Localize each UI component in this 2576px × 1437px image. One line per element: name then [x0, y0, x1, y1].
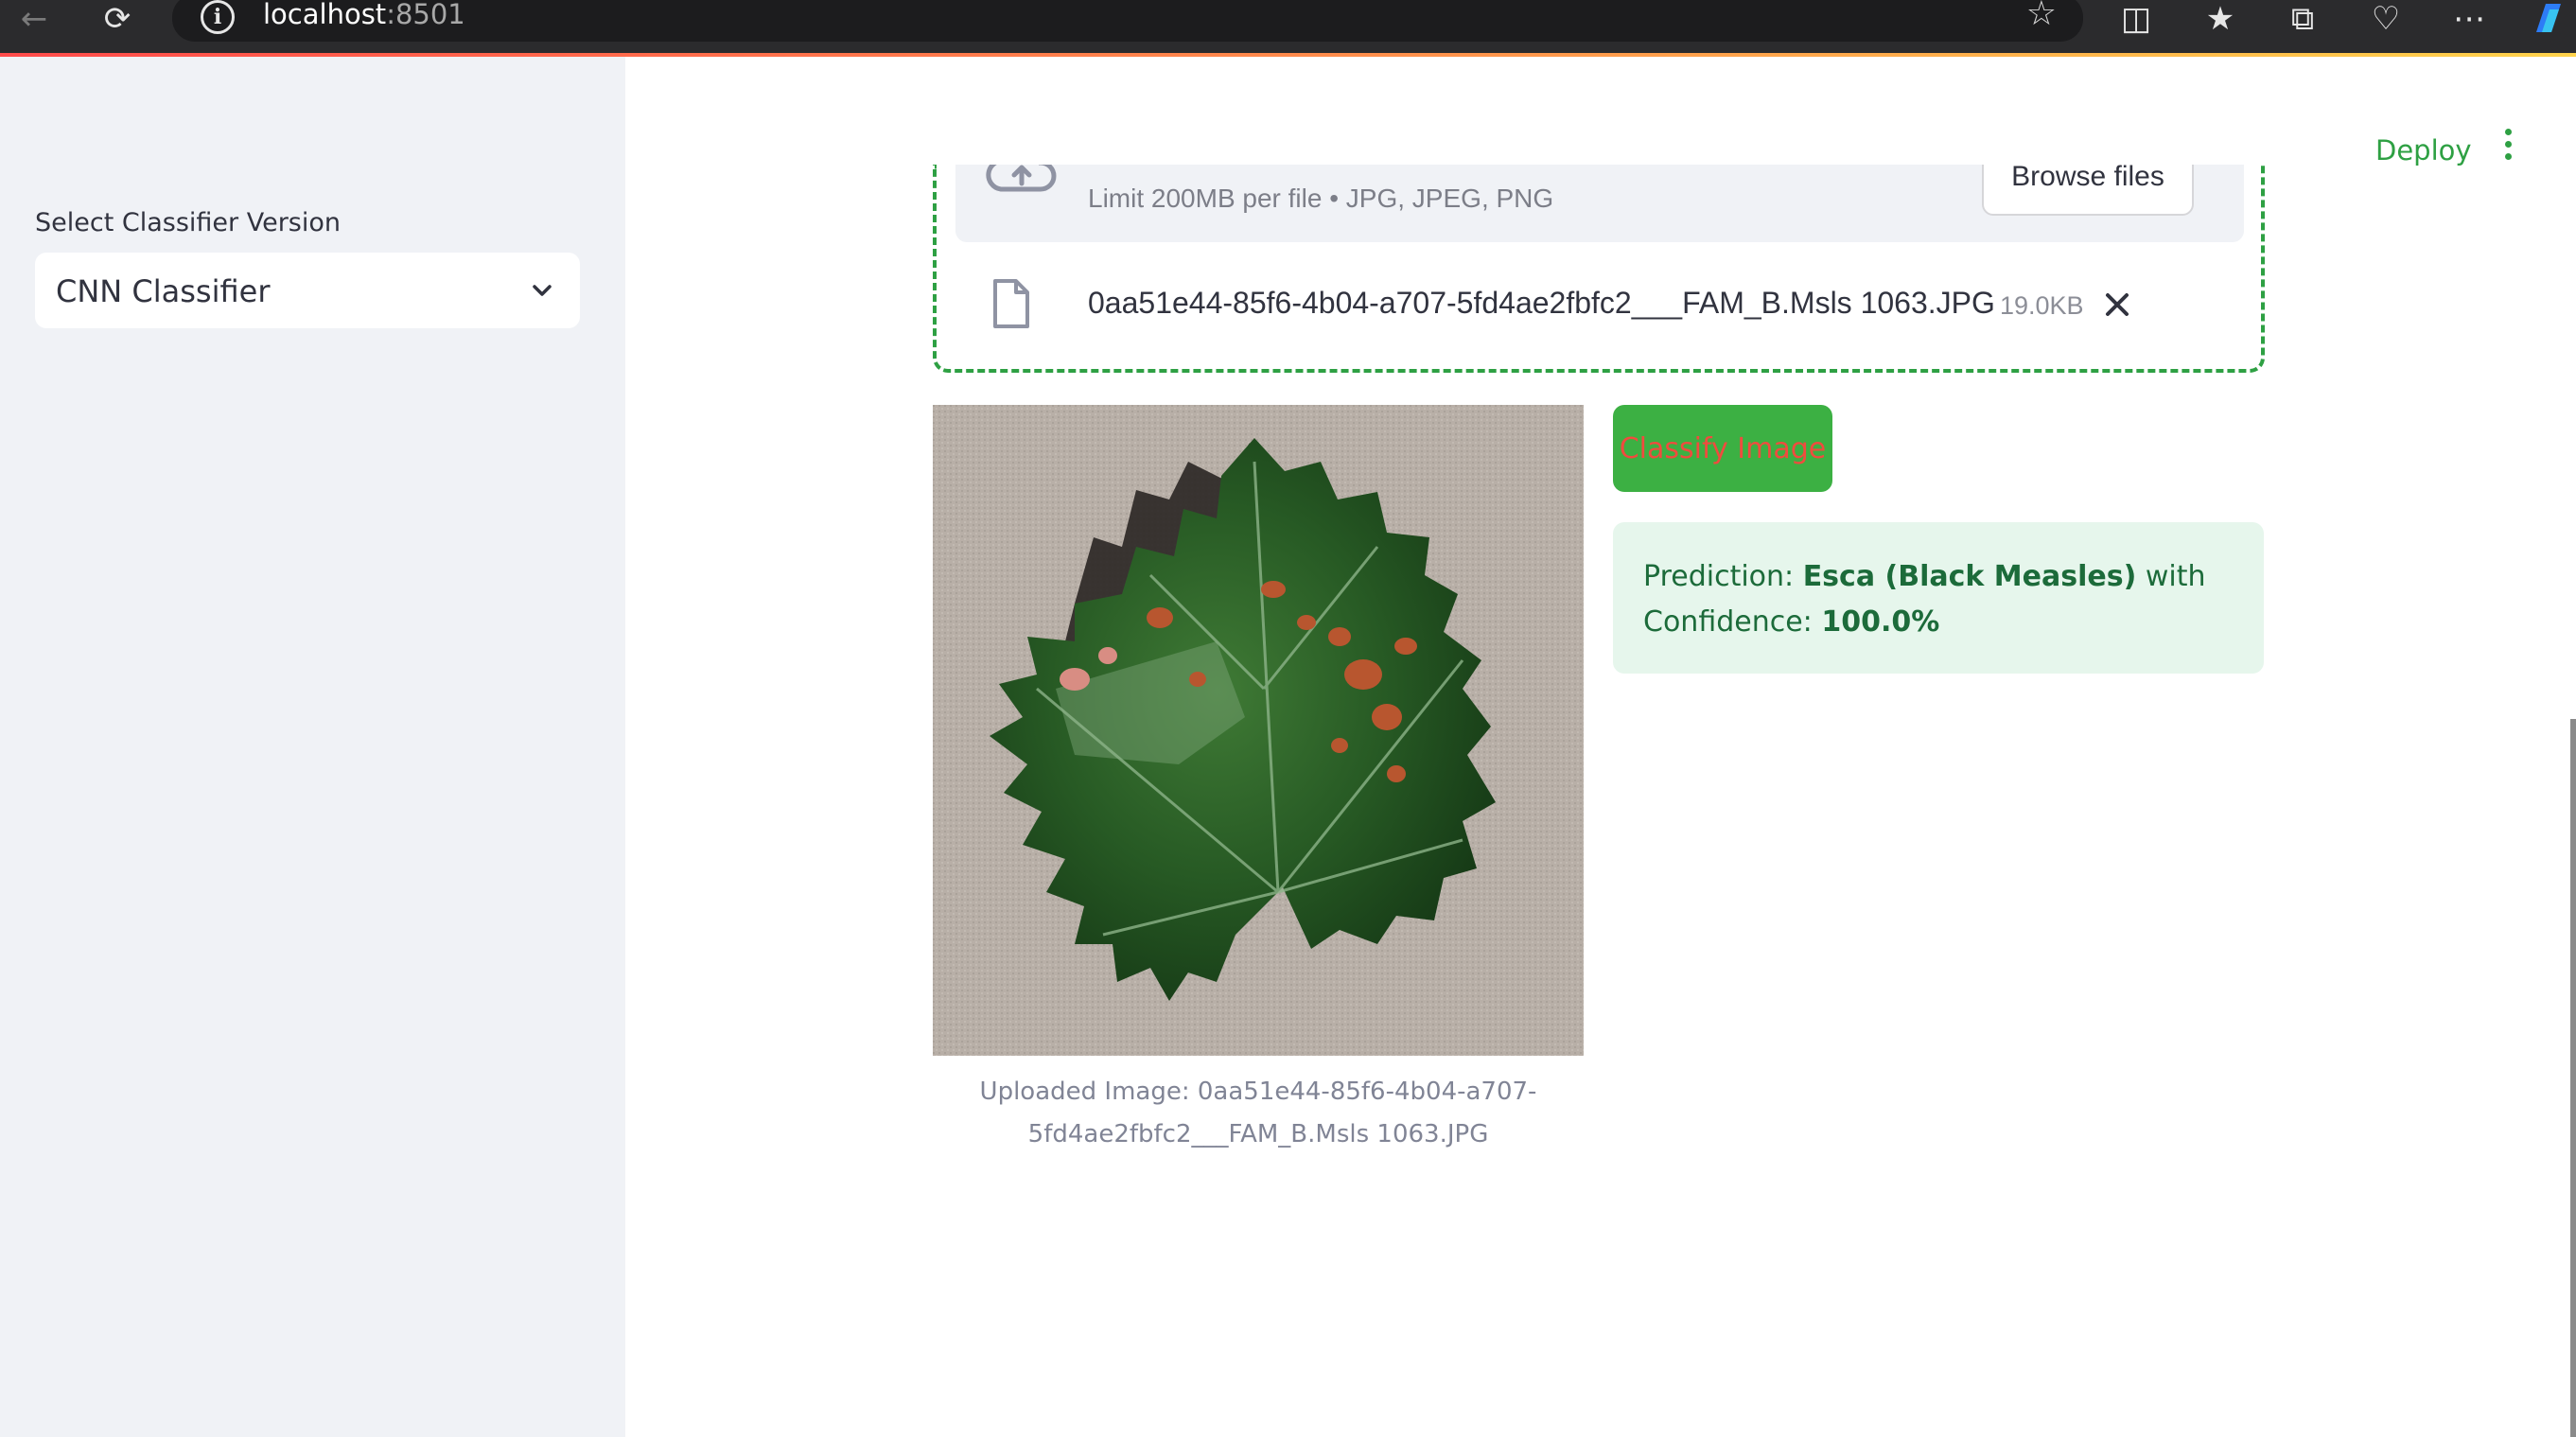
cloud-upload-icon [986, 165, 1057, 192]
classifier-select[interactable]: CNN Classifier [35, 253, 580, 328]
close-icon[interactable] [2096, 284, 2138, 325]
prediction-alert: Prediction: Esca (Black Measles) with Co… [1613, 522, 2264, 674]
browser-toolbar: ← ⟳ i localhost:8501 ☆ ◫ ★ ⧉ ♡ ⋯ [0, 0, 2576, 53]
prediction-with: with [2136, 560, 2206, 593]
refresh-icon[interactable]: ⟳ [96, 0, 138, 38]
image-caption-line2: 5fd4ae2fbfc2___FAM_B.Msls 1063.JPG [1027, 1120, 1489, 1148]
upload-dropzone[interactable]: Limit 200MB per file • JPG, JPEG, PNG Br… [955, 165, 2244, 242]
page-scrollbar[interactable] [2570, 719, 2576, 1437]
star-icon[interactable]: ☆ [2026, 0, 2057, 33]
upload-limit-text: Limit 200MB per file • JPG, JPEG, PNG [1088, 184, 1554, 213]
split-screen-icon[interactable]: ◫ [2115, 0, 2157, 38]
confidence-value: 100.0% [1821, 605, 1940, 639]
file-uploader[interactable]: Limit 200MB per file • JPG, JPEG, PNG Br… [933, 165, 2265, 373]
chevron-down-icon [533, 285, 552, 296]
uploaded-file-size: 19.0KB [2000, 291, 2084, 320]
main-content: Deploy Limit 200MB per file • JPG, JPEG,… [625, 57, 2576, 1437]
collections-icon[interactable]: ⧉ [2282, 0, 2323, 38]
deploy-button[interactable]: Deploy [2375, 134, 2472, 166]
more-icon[interactable]: ⋯ [2448, 0, 2490, 38]
favorites-icon[interactable]: ★ [2199, 0, 2241, 38]
info-icon[interactable]: i [201, 0, 235, 34]
browse-files-button[interactable]: Browse files [1982, 165, 2194, 216]
prediction-prefix: Prediction: [1643, 560, 1803, 593]
uploaded-leaf-image [933, 405, 1584, 1056]
uploaded-file-row: 0aa51e44-85f6-4b04-a707-5fd4ae2fbfc2___F… [955, 261, 2244, 352]
image-caption: Uploaded Image: 0aa51e44-85f6-4b04-a707-… [933, 1071, 1584, 1156]
address-bar[interactable]: i localhost:8501 ☆ [172, 0, 2083, 42]
prediction-label: Esca (Black Measles) [1802, 560, 2137, 593]
url-text[interactable]: localhost:8501 [263, 0, 465, 30]
classifier-select-value: CNN Classifier [56, 273, 271, 309]
health-icon[interactable]: ♡ [2365, 0, 2407, 38]
file-icon [993, 279, 1029, 328]
confidence-prefix: Confidence: [1643, 605, 1822, 639]
sidebar: Select Classifier Version CNN Classifier [0, 57, 625, 1437]
image-caption-line1: Uploaded Image: 0aa51e44-85f6-4b04-a707- [979, 1078, 1537, 1106]
kebab-menu-icon[interactable] [2498, 129, 2517, 166]
uploaded-file-name: 0aa51e44-85f6-4b04-a707-5fd4ae2fbfc2___F… [1088, 286, 1995, 320]
back-arrow-icon[interactable]: ← [13, 0, 55, 38]
classify-image-button[interactable]: Classify Image [1613, 405, 1832, 492]
copilot-icon[interactable] [2524, 0, 2571, 38]
classifier-select-label: Select Classifier Version [35, 208, 341, 237]
